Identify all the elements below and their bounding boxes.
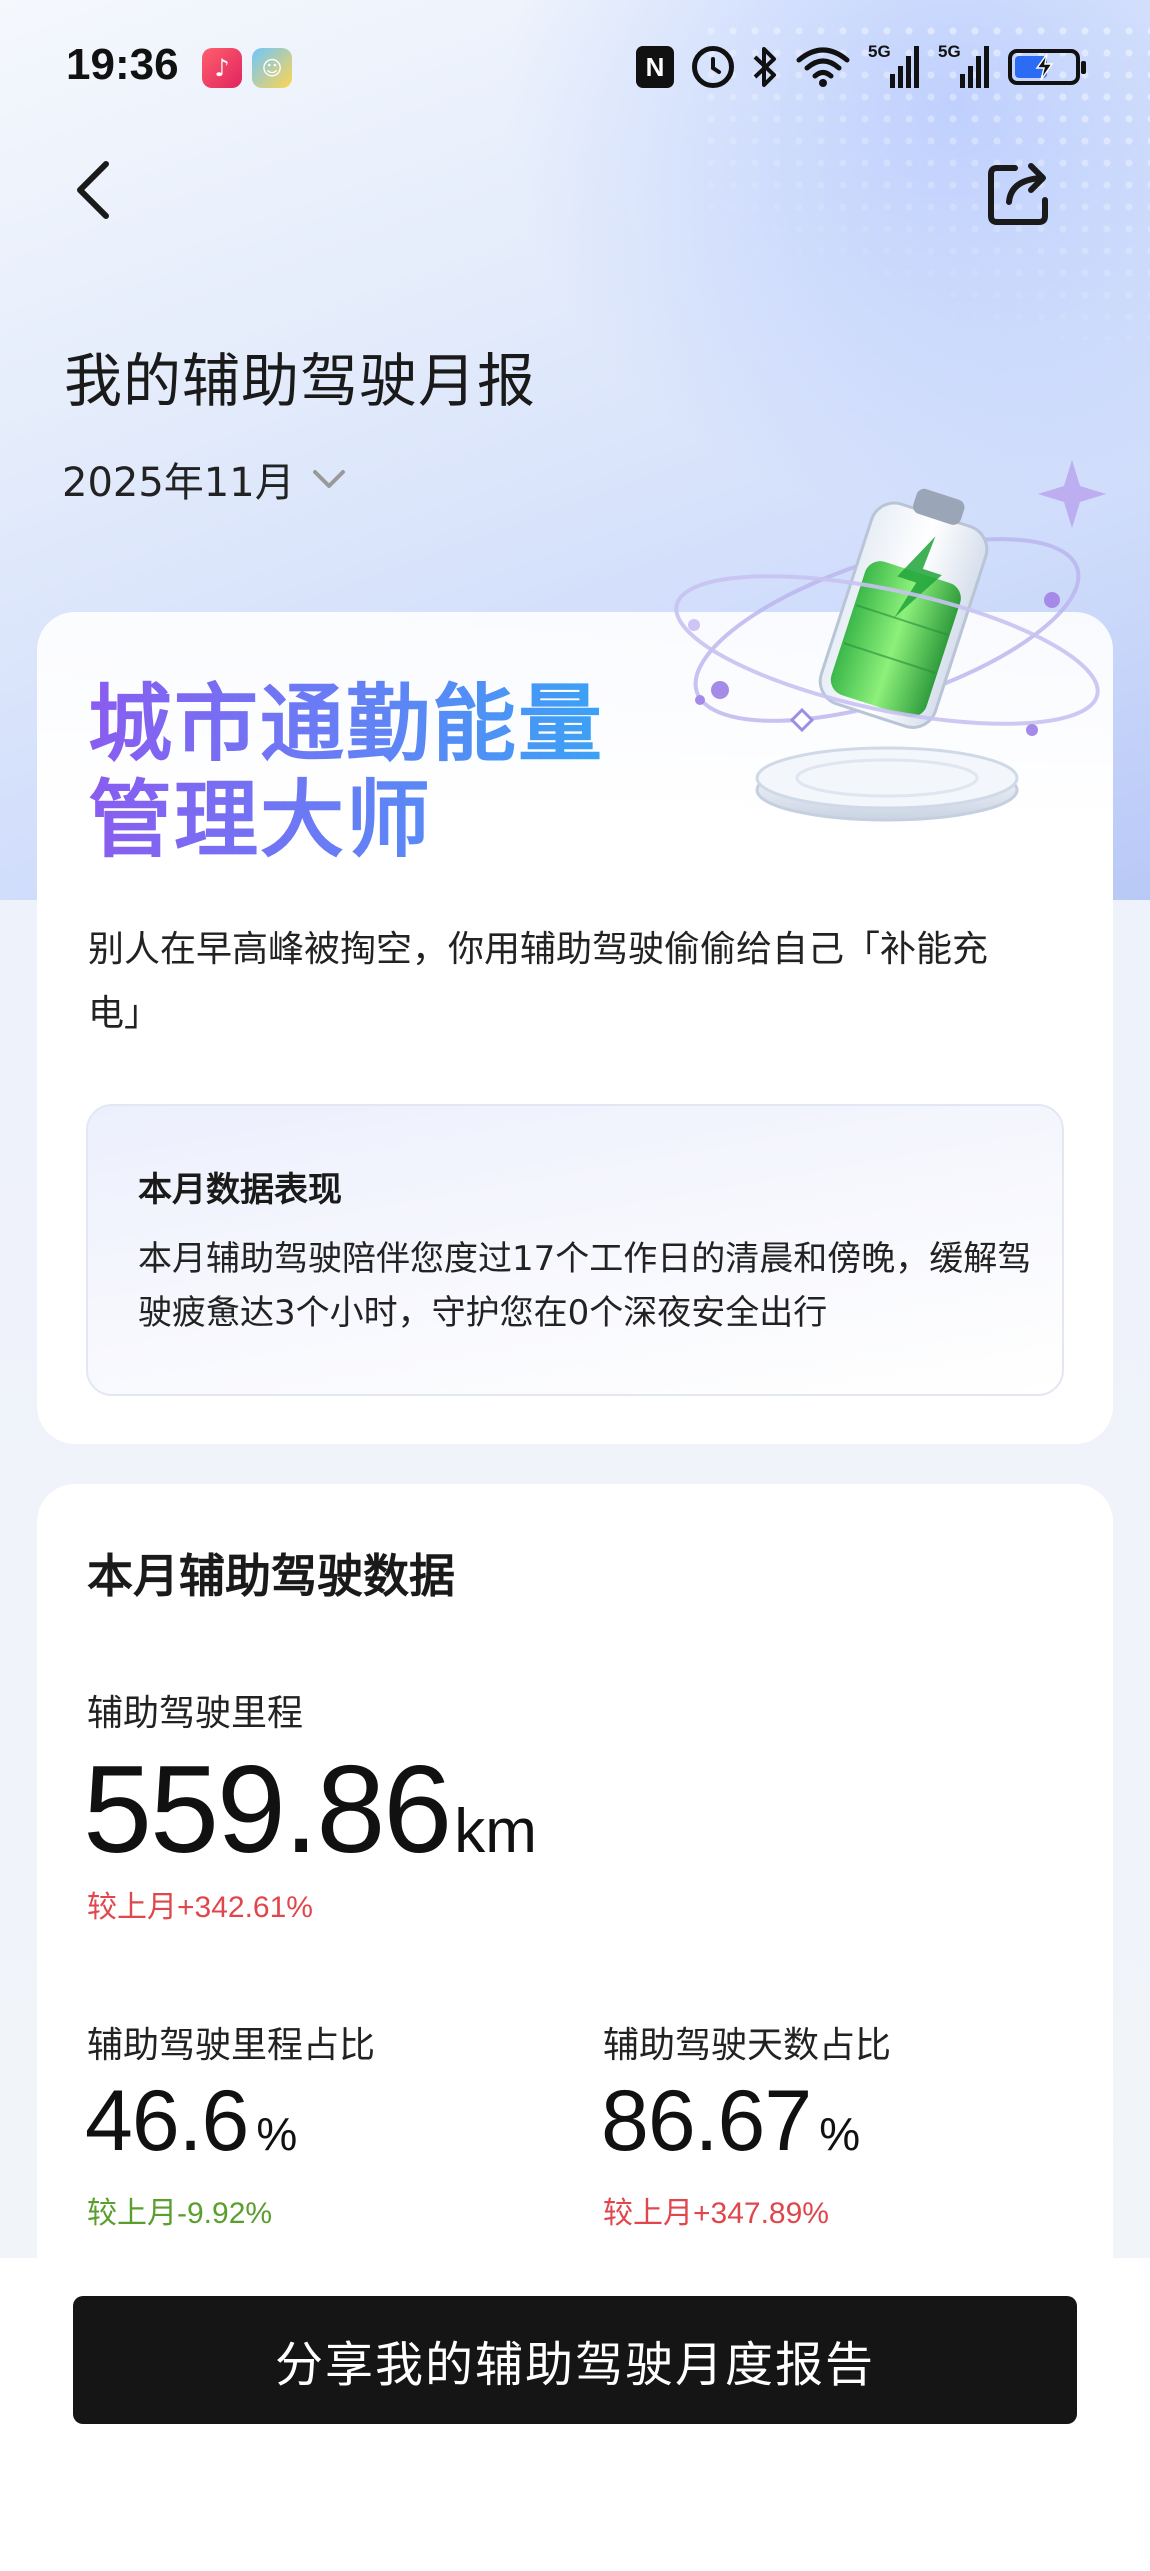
data-card-title: 本月辅助驾驶数据 bbox=[87, 1549, 455, 1603]
kids-app-icon: ☺ bbox=[252, 48, 292, 88]
mileage-number: 559.86 bbox=[83, 1741, 452, 1879]
nfc-icon: N bbox=[636, 46, 674, 88]
share-icon bbox=[988, 163, 1048, 225]
mileage-ratio-delta: 较上月-9.92% bbox=[87, 2197, 273, 2230]
music-app-icon: ♪ bbox=[202, 48, 242, 88]
days-ratio-unit: % bbox=[819, 2108, 861, 2160]
alarm-icon bbox=[692, 46, 734, 88]
signal-icon: 5G bbox=[868, 42, 920, 90]
signal-icon: 5G bbox=[938, 42, 990, 90]
headline-line-1: 城市通勤能量 bbox=[88, 675, 605, 773]
chevron-down-icon bbox=[312, 470, 345, 488]
month-label: 2025年11月 bbox=[62, 460, 295, 506]
back-button[interactable] bbox=[66, 150, 126, 230]
performance-title: 本月数据表现 bbox=[138, 1170, 342, 1210]
battery-illustration bbox=[674, 460, 1106, 822]
days-ratio-value: 86.67% bbox=[601, 2072, 860, 2171]
data-card: 本月辅助驾驶数据 辅助驾驶里程 559.86km 较上月+342.61% 辅助驾… bbox=[37, 1484, 1113, 2384]
performance-box: 本月数据表现 本月辅助驾驶陪伴您度过17个工作日的清晨和傍晚，缓解驾驶疲惫达3个… bbox=[86, 1104, 1064, 1396]
headline: 城市通勤能量 管理大师 bbox=[88, 676, 604, 868]
chevron-left-icon bbox=[77, 161, 109, 219]
mileage-ratio-number: 46.6 bbox=[85, 2073, 249, 2169]
mileage-value: 559.86km bbox=[83, 1739, 537, 1881]
mileage-delta: 较上月+342.61% bbox=[87, 1891, 313, 1924]
page-title: 我的辅助驾驶月报 bbox=[64, 347, 537, 415]
battery-charging-icon bbox=[1008, 49, 1086, 85]
system-icons: N 5G 5G bbox=[636, 42, 1086, 90]
status-bar: 19:36 ♪ ☺ N 5G 5G bbox=[0, 0, 1150, 140]
share-report-button[interactable]: 分享我的辅助驾驶月度报告 bbox=[73, 2296, 1077, 2424]
summary-subtitle: 别人在早高峰被掏空，你用辅助驾驶偷偷给自己「补能充电」 bbox=[88, 929, 989, 1034]
mileage-label: 辅助驾驶里程 bbox=[87, 1693, 304, 1734]
performance-text: 本月辅助驾驶陪伴您度过17个工作日的清晨和傍晚，缓解驾驶疲惫达3个小时，守护您在… bbox=[138, 1239, 1032, 1333]
wifi-icon bbox=[796, 46, 850, 88]
status-time: 19:36 bbox=[66, 40, 179, 89]
mileage-ratio-unit: % bbox=[256, 2108, 298, 2160]
share-top-button[interactable] bbox=[985, 158, 1055, 228]
days-ratio-delta: 较上月+347.89% bbox=[603, 2197, 829, 2230]
bluetooth-icon bbox=[752, 45, 778, 89]
mileage-unit: km bbox=[454, 1797, 537, 1866]
month-selector[interactable]: 2025年11月 bbox=[62, 450, 349, 508]
days-ratio-label: 辅助驾驶天数占比 bbox=[603, 2025, 892, 2066]
mileage-ratio-value: 46.6% bbox=[85, 2072, 297, 2171]
headline-line-2: 管理大师 bbox=[88, 771, 433, 869]
mileage-ratio-label: 辅助驾驶里程占比 bbox=[87, 2025, 376, 2066]
days-ratio-number: 86.67 bbox=[601, 2073, 812, 2169]
